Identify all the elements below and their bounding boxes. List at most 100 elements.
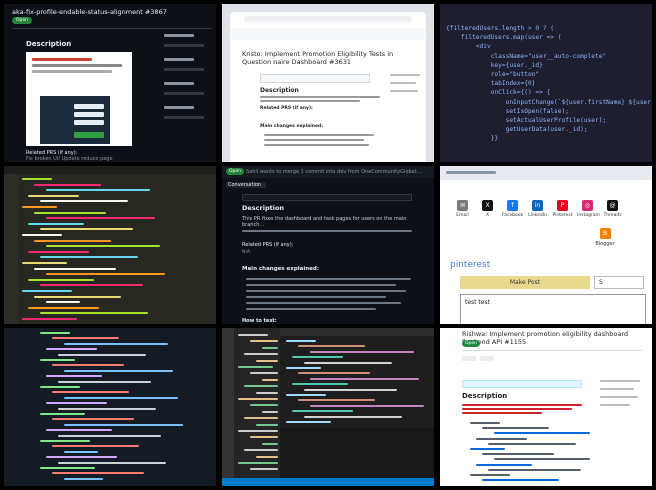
code-line bbox=[22, 318, 77, 320]
threads-icon: @ bbox=[607, 200, 618, 211]
list-item bbox=[488, 468, 581, 471]
share-item-facebook[interactable]: f Facebook bbox=[502, 200, 523, 218]
pr-title: aka-fix-profile-endable-status-alignment… bbox=[12, 8, 167, 16]
share-item-linkedin[interactable]: in LinkedIn bbox=[527, 200, 548, 218]
embedded-dialog bbox=[40, 96, 110, 144]
diff-line bbox=[40, 386, 80, 388]
diff-line bbox=[46, 402, 107, 405]
tile-code-snippet: {filteredUsers.length > 0 ? ( filteredUs… bbox=[440, 4, 652, 162]
diff-line bbox=[64, 342, 168, 345]
list-item bbox=[470, 474, 510, 476]
list-item bbox=[482, 479, 559, 482]
diff-line bbox=[64, 477, 103, 480]
file-tree-item bbox=[262, 410, 278, 413]
code-line bbox=[28, 222, 84, 225]
code-line bbox=[286, 421, 331, 423]
share-item-pinterest[interactable]: P Pinterest bbox=[552, 200, 573, 218]
diff-line bbox=[52, 472, 144, 475]
pr-title: Kristo: Implement Promotion Eligibility … bbox=[242, 50, 394, 66]
diff-line bbox=[58, 380, 151, 383]
code-line bbox=[34, 239, 111, 242]
tile-github-pr-light: Kristo: Implement Promotion Eligibility … bbox=[222, 4, 434, 162]
diff-line bbox=[46, 375, 102, 378]
code-line bbox=[286, 394, 326, 396]
code-line bbox=[46, 245, 160, 248]
code-line bbox=[40, 200, 128, 203]
code-line: getUserData(user._id); bbox=[446, 126, 588, 134]
code-line bbox=[292, 383, 348, 386]
tile-share-panel: ✉ Email X Xf Facebook in LinkedIn P Pinterest ◎ In… bbox=[440, 166, 652, 324]
list-item bbox=[470, 422, 500, 424]
secondary-button[interactable]: S bbox=[594, 276, 644, 289]
code-line: }} bbox=[446, 135, 499, 143]
post-textarea[interactable]: test test bbox=[460, 294, 646, 324]
code-line bbox=[310, 404, 424, 407]
tab-commits[interactable] bbox=[480, 356, 494, 361]
diff-line bbox=[58, 434, 161, 437]
code-line bbox=[22, 178, 52, 180]
code-line bbox=[310, 350, 414, 353]
code-line bbox=[298, 399, 375, 402]
divider bbox=[12, 28, 212, 29]
file-tree-item bbox=[256, 423, 278, 426]
address-bar[interactable] bbox=[244, 16, 412, 22]
file-tree-item bbox=[244, 417, 278, 420]
tab-conversation[interactable] bbox=[462, 356, 476, 361]
file-tree-item bbox=[256, 391, 278, 394]
list-item bbox=[470, 448, 505, 450]
comment-header bbox=[260, 74, 370, 83]
footnote: Fix broken UI/ Update reduce page bbox=[26, 156, 113, 162]
share-icons: ✉ Email X Xf Facebook in LinkedIn P Pinterest ◎ In… bbox=[452, 200, 623, 218]
code-line bbox=[286, 340, 316, 342]
diff-line bbox=[40, 413, 85, 415]
file-tree-item bbox=[238, 334, 268, 336]
code-line: setIsOpen(false); bbox=[446, 107, 569, 115]
comment-header bbox=[242, 194, 412, 201]
code-line bbox=[28, 306, 99, 309]
pr-title: Rishwa: Implement promotion eligibility … bbox=[462, 330, 629, 346]
share-item-x[interactable]: XX bbox=[477, 200, 498, 218]
diff-line bbox=[58, 407, 156, 410]
list-item bbox=[476, 437, 527, 440]
diff-line bbox=[58, 353, 146, 356]
file-tree-item bbox=[256, 359, 278, 362]
activity-bar bbox=[222, 328, 234, 486]
make-post-button[interactable]: Make Post bbox=[460, 276, 590, 289]
main-changes: Main changes explained: bbox=[242, 266, 320, 272]
share-item-email[interactable]: ✉ Email bbox=[452, 200, 473, 218]
list-item bbox=[494, 432, 590, 435]
share-item-instagram[interactable]: ◎ Instagram bbox=[577, 200, 600, 218]
code-line: className="user__auto-complete" bbox=[446, 52, 607, 60]
code-line bbox=[46, 217, 155, 220]
diff-line bbox=[52, 337, 119, 340]
list-item bbox=[476, 463, 532, 466]
facebook-icon: f bbox=[507, 200, 518, 211]
code-line bbox=[292, 410, 353, 413]
share-item-blogger[interactable]: B Blogger bbox=[590, 228, 620, 247]
file-tree-item bbox=[256, 455, 278, 458]
editor-tabs bbox=[280, 328, 434, 336]
browser-window: Kristo: Implement Promotion Eligibility … bbox=[230, 12, 426, 162]
code-line bbox=[34, 295, 121, 298]
code-line: onClick={() => { bbox=[446, 89, 551, 97]
related-prs: Related PRS (if any): bbox=[242, 242, 294, 248]
file-tree-item bbox=[244, 385, 278, 388]
code-line bbox=[22, 290, 72, 292]
code-line bbox=[28, 278, 94, 281]
code-line bbox=[34, 183, 101, 186]
diff-line bbox=[40, 440, 90, 442]
section-description: Description bbox=[242, 204, 285, 212]
code-line bbox=[292, 356, 343, 359]
diff-highlight bbox=[4, 346, 216, 351]
linkedin-icon: in bbox=[532, 200, 543, 211]
file-tree-item bbox=[262, 442, 278, 445]
status-badge: Open bbox=[226, 168, 245, 175]
merge-info: Sahil wants to merge 1 commit into dev f… bbox=[246, 169, 423, 175]
diff-line bbox=[40, 332, 70, 334]
diff-line bbox=[52, 391, 129, 394]
share-item-threads[interactable]: @ Threads bbox=[602, 200, 623, 218]
file-tree-item bbox=[238, 430, 278, 432]
status-bar bbox=[222, 478, 434, 486]
code-line bbox=[40, 284, 143, 287]
code-line bbox=[28, 194, 79, 197]
